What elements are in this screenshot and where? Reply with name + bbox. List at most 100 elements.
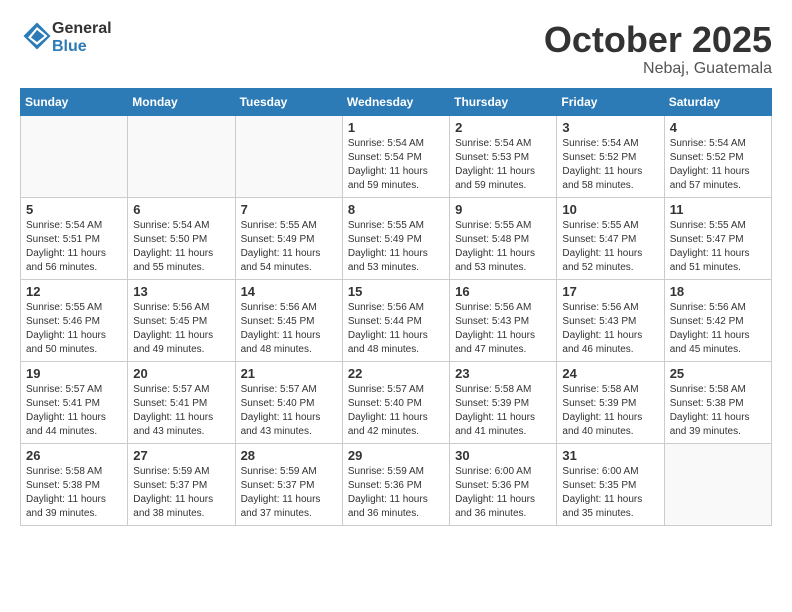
page-header: General Blue October 2025 Nebaj, Guatema…	[20, 20, 772, 78]
day-info: Sunrise: 5:59 AM Sunset: 5:36 PM Dayligh…	[348, 465, 444, 521]
day-info: Sunrise: 5:54 AM Sunset: 5:50 PM Dayligh…	[133, 219, 229, 275]
calendar-cell: 28Sunrise: 5:59 AM Sunset: 5:37 PM Dayli…	[235, 443, 342, 525]
day-info: Sunrise: 5:58 AM Sunset: 5:38 PM Dayligh…	[26, 465, 122, 521]
week-row-2: 5 Sunrise: 5:54 AM Sunset: 5:51 PM Daylig…	[21, 197, 772, 279]
calendar-cell: 12 Sunrise: 5:55 AM Sunset: 5:46 PM Dayli…	[21, 279, 128, 361]
day-number: 31	[562, 448, 658, 463]
day-info: Sunrise: 5:58 AM Sunset: 5:39 PM Dayligh…	[562, 383, 658, 439]
calendar-cell: 9 Sunrise: 5:55 AM Sunset: 5:48 PM Daylig…	[450, 197, 557, 279]
day-info: Sunrise: 5:57 AM Sunset: 5:40 PM Dayligh…	[348, 383, 444, 439]
day-number: 21	[241, 366, 337, 381]
calendar-header-row: SundayMondayTuesdayWednesdayThursdayFrid…	[21, 88, 772, 115]
day-info: Sunrise: 5:55 AM Sunset: 5:48 PM Dayligh…	[455, 219, 551, 275]
calendar-cell: 22Sunrise: 5:57 AM Sunset: 5:40 PM Dayli…	[342, 361, 449, 443]
calendar-cell: 17 Sunrise: 5:56 AM Sunset: 5:43 PM Dayli…	[557, 279, 664, 361]
calendar-cell: 23Sunrise: 5:58 AM Sunset: 5:39 PM Dayli…	[450, 361, 557, 443]
day-info: Sunrise: 5:59 AM Sunset: 5:37 PM Dayligh…	[241, 465, 337, 521]
day-number: 11	[670, 202, 766, 217]
logo-text: General Blue	[52, 20, 112, 56]
day-number: 13	[133, 284, 229, 299]
day-info: Sunrise: 5:55 AM Sunset: 5:47 PM Dayligh…	[562, 219, 658, 275]
calendar-cell: 18Sunrise: 5:56 AM Sunset: 5:42 PM Dayli…	[664, 279, 771, 361]
calendar-cell: 8 Sunrise: 5:55 AM Sunset: 5:49 PM Daylig…	[342, 197, 449, 279]
day-info: Sunrise: 5:58 AM Sunset: 5:38 PM Dayligh…	[670, 383, 766, 439]
calendar-cell: 1 Sunrise: 5:54 AM Sunset: 5:54 PM Daylig…	[342, 115, 449, 197]
month-title: October 2025	[544, 20, 772, 60]
col-header-tuesday: Tuesday	[235, 88, 342, 115]
calendar-cell: 11Sunrise: 5:55 AM Sunset: 5:47 PM Dayli…	[664, 197, 771, 279]
day-info: Sunrise: 5:55 AM Sunset: 5:46 PM Dayligh…	[26, 301, 122, 357]
col-header-friday: Friday	[557, 88, 664, 115]
day-info: Sunrise: 5:56 AM Sunset: 5:43 PM Dayligh…	[562, 301, 658, 357]
logo-general: General	[52, 20, 112, 37]
day-info: Sunrise: 5:54 AM Sunset: 5:51 PM Dayligh…	[26, 219, 122, 275]
day-info: Sunrise: 5:56 AM Sunset: 5:44 PM Dayligh…	[348, 301, 444, 357]
day-number: 14	[241, 284, 337, 299]
calendar-cell: 27Sunrise: 5:59 AM Sunset: 5:37 PM Dayli…	[128, 443, 235, 525]
calendar-cell: 31Sunrise: 6:00 AM Sunset: 5:35 PM Dayli…	[557, 443, 664, 525]
calendar-cell: 6 Sunrise: 5:54 AM Sunset: 5:50 PM Daylig…	[128, 197, 235, 279]
day-number: 18	[670, 284, 766, 299]
calendar-cell: 30 Sunrise: 6:00 AM Sunset: 5:36 PM Dayli…	[450, 443, 557, 525]
day-number: 1	[348, 120, 444, 135]
day-number: 9	[455, 202, 551, 217]
calendar-cell	[235, 115, 342, 197]
logo-blue: Blue	[52, 38, 87, 55]
calendar-cell: 20 Sunrise: 5:57 AM Sunset: 5:41 PM Dayli…	[128, 361, 235, 443]
calendar-cell	[128, 115, 235, 197]
day-number: 26	[26, 448, 122, 463]
day-info: Sunrise: 5:57 AM Sunset: 5:41 PM Dayligh…	[133, 383, 229, 439]
calendar-cell: 16Sunrise: 5:56 AM Sunset: 5:43 PM Dayli…	[450, 279, 557, 361]
calendar-cell: 24 Sunrise: 5:58 AM Sunset: 5:39 PM Dayli…	[557, 361, 664, 443]
calendar-cell: 13 Sunrise: 5:56 AM Sunset: 5:45 PM Dayli…	[128, 279, 235, 361]
day-number: 25	[670, 366, 766, 381]
day-number: 17	[562, 284, 658, 299]
day-info: Sunrise: 5:56 AM Sunset: 5:45 PM Dayligh…	[133, 301, 229, 357]
calendar-cell: 15 Sunrise: 5:56 AM Sunset: 5:44 PM Dayli…	[342, 279, 449, 361]
day-number: 8	[348, 202, 444, 217]
day-number: 10	[562, 202, 658, 217]
day-info: Sunrise: 5:54 AM Sunset: 5:54 PM Dayligh…	[348, 137, 444, 193]
calendar-cell: 25 Sunrise: 5:58 AM Sunset: 5:38 PM Dayli…	[664, 361, 771, 443]
day-number: 2	[455, 120, 551, 135]
day-number: 5	[26, 202, 122, 217]
calendar-cell: 29Sunrise: 5:59 AM Sunset: 5:36 PM Dayli…	[342, 443, 449, 525]
day-number: 6	[133, 202, 229, 217]
day-number: 16	[455, 284, 551, 299]
calendar-cell: 26 Sunrise: 5:58 AM Sunset: 5:38 PM Dayli…	[21, 443, 128, 525]
col-header-thursday: Thursday	[450, 88, 557, 115]
calendar-table: SundayMondayTuesdayWednesdayThursdayFrid…	[20, 88, 772, 526]
day-info: Sunrise: 5:56 AM Sunset: 5:45 PM Dayligh…	[241, 301, 337, 357]
col-header-sunday: Sunday	[21, 88, 128, 115]
day-number: 12	[26, 284, 122, 299]
day-number: 15	[348, 284, 444, 299]
week-row-5: 26 Sunrise: 5:58 AM Sunset: 5:38 PM Dayli…	[21, 443, 772, 525]
day-info: Sunrise: 5:54 AM Sunset: 5:52 PM Dayligh…	[562, 137, 658, 193]
day-number: 30	[455, 448, 551, 463]
day-info: Sunrise: 5:54 AM Sunset: 5:53 PM Dayligh…	[455, 137, 551, 193]
week-row-4: 19 Sunrise: 5:57 AM Sunset: 5:41 PM Dayli…	[21, 361, 772, 443]
day-number: 24	[562, 366, 658, 381]
day-number: 23	[455, 366, 551, 381]
calendar-cell: 7Sunrise: 5:55 AM Sunset: 5:49 PM Daylig…	[235, 197, 342, 279]
day-number: 27	[133, 448, 229, 463]
calendar-cell	[21, 115, 128, 197]
week-row-1: 1 Sunrise: 5:54 AM Sunset: 5:54 PM Daylig…	[21, 115, 772, 197]
col-header-wednesday: Wednesday	[342, 88, 449, 115]
calendar-cell: 2 Sunrise: 5:54 AM Sunset: 5:53 PM Daylig…	[450, 115, 557, 197]
day-info: Sunrise: 6:00 AM Sunset: 5:36 PM Dayligh…	[455, 465, 551, 521]
title-block: October 2025 Nebaj, Guatemala	[544, 20, 772, 78]
week-row-3: 12 Sunrise: 5:55 AM Sunset: 5:46 PM Dayli…	[21, 279, 772, 361]
col-header-monday: Monday	[128, 88, 235, 115]
day-info: Sunrise: 5:55 AM Sunset: 5:49 PM Dayligh…	[348, 219, 444, 275]
col-header-saturday: Saturday	[664, 88, 771, 115]
day-number: 19	[26, 366, 122, 381]
day-info: Sunrise: 5:57 AM Sunset: 5:40 PM Dayligh…	[241, 383, 337, 439]
day-info: Sunrise: 5:54 AM Sunset: 5:52 PM Dayligh…	[670, 137, 766, 193]
logo: General Blue	[20, 20, 112, 56]
calendar-cell: 19Sunrise: 5:57 AM Sunset: 5:41 PM Dayli…	[21, 361, 128, 443]
calendar-cell: 4Sunrise: 5:54 AM Sunset: 5:52 PM Daylig…	[664, 115, 771, 197]
calendar-cell: 3Sunrise: 5:54 AM Sunset: 5:52 PM Daylig…	[557, 115, 664, 197]
day-number: 20	[133, 366, 229, 381]
day-number: 7	[241, 202, 337, 217]
